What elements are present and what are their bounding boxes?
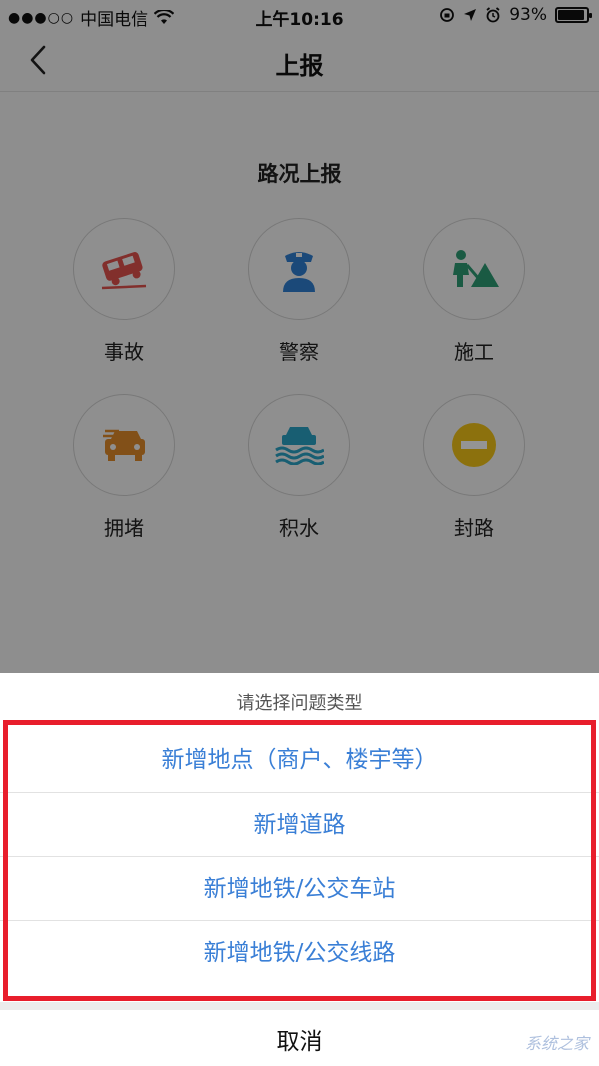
- option-add-road[interactable]: 新增道路: [0, 792, 599, 856]
- watermark: 系统之家: [524, 1034, 589, 1053]
- option-add-place[interactable]: 新增地点（商户、楼宇等）: [0, 728, 599, 792]
- option-add-transit-station[interactable]: 新增地铁/公交车站: [0, 856, 599, 920]
- action-sheet-title: 请选择问题类型: [236, 693, 363, 714]
- cancel-button[interactable]: 取消: [0, 1002, 599, 1066]
- option-add-transit-line[interactable]: 新增地铁/公交线路: [0, 920, 599, 984]
